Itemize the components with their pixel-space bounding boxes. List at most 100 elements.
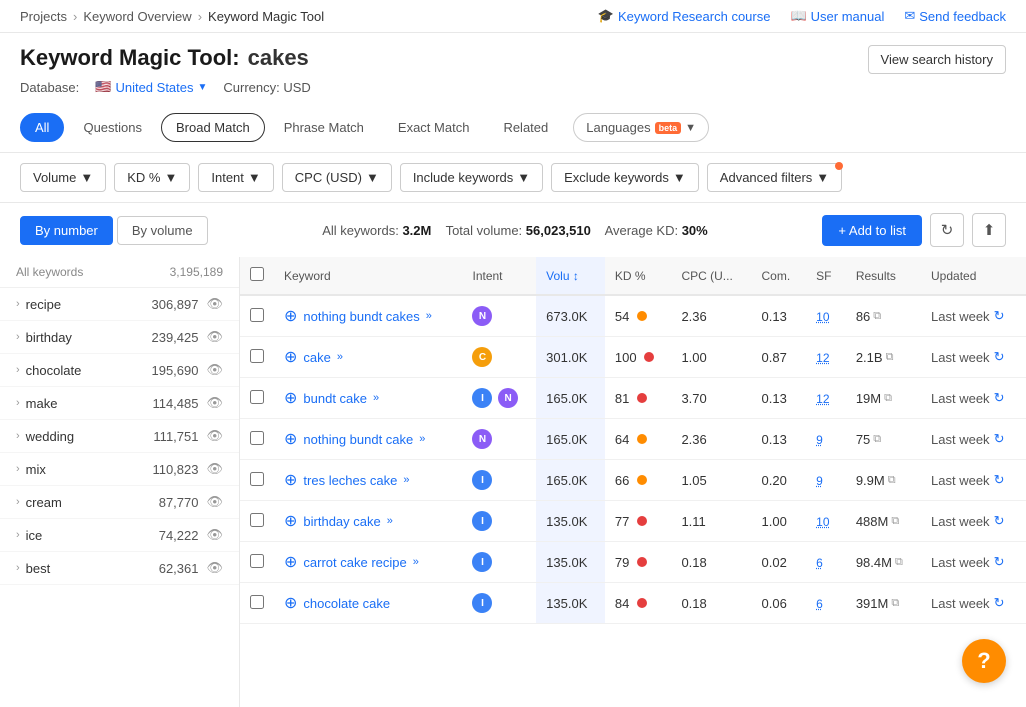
add-keyword-icon[interactable]: ⊕ (284, 429, 297, 449)
top-nav: Projects › Keyword Overview › Keyword Ma… (0, 0, 1026, 33)
keyword-link[interactable]: cake (303, 350, 330, 365)
eye-icon[interactable]: 👁 (206, 461, 223, 477)
row-checkbox-cell (240, 378, 274, 419)
add-keyword-icon[interactable]: ⊕ (284, 388, 297, 408)
add-keyword-icon[interactable]: ⊕ (284, 347, 297, 367)
volume-cell: 165.0K (536, 460, 605, 501)
sort-by-number-button[interactable]: By number (20, 216, 113, 245)
sort-by-volume-button[interactable]: By volume (117, 216, 208, 245)
results-icon: ⧉ (886, 351, 894, 364)
keyword-link[interactable]: nothing bundt cakes (303, 309, 419, 324)
user-manual-link[interactable]: 📖 User manual (790, 8, 884, 24)
keyword-link[interactable]: nothing bundt cake (303, 432, 413, 447)
sidebar-keyword-label: wedding (26, 429, 74, 444)
kd-cell: 66 (605, 460, 672, 501)
tab-exact-match[interactable]: Exact Match (383, 113, 485, 142)
refresh-icon[interactable]: ↻ (994, 390, 1005, 406)
database-selector[interactable]: 🇺🇸 United States ▼ (95, 79, 207, 95)
sf-link[interactable]: 9 (816, 433, 823, 447)
eye-icon[interactable]: 👁 (206, 428, 223, 444)
sidebar-item[interactable]: › make 114,485 👁 (0, 387, 239, 420)
eye-icon[interactable]: 👁 (206, 362, 223, 378)
sidebar-item[interactable]: › mix 110,823 👁 (0, 453, 239, 486)
sidebar-item[interactable]: › chocolate 195,690 👁 (0, 354, 239, 387)
col-intent: Intent (462, 257, 536, 295)
kd-filter[interactable]: KD % ▼ (114, 163, 190, 192)
add-keyword-icon[interactable]: ⊕ (284, 593, 297, 613)
refresh-icon[interactable]: ↻ (994, 472, 1005, 488)
sidebar-count: 239,425 (151, 330, 198, 345)
select-all-checkbox[interactable] (250, 267, 264, 281)
volume-filter[interactable]: Volume ▼ (20, 163, 106, 192)
tab-related[interactable]: Related (488, 113, 563, 142)
sf-cell: 9 (806, 419, 846, 460)
add-keyword-icon[interactable]: ⊕ (284, 306, 297, 326)
eye-icon[interactable]: 👁 (206, 560, 223, 576)
sidebar-item[interactable]: › wedding 111,751 👁 (0, 420, 239, 453)
row-checkbox[interactable] (250, 349, 264, 363)
sidebar-item[interactable]: › birthday 239,425 👁 (0, 321, 239, 354)
sidebar-item[interactable]: › best 62,361 👁 (0, 552, 239, 585)
refresh-icon[interactable]: ↻ (994, 349, 1005, 365)
advanced-filters-button[interactable]: Advanced filters ▼ (707, 163, 842, 192)
sf-link[interactable]: 12 (816, 351, 829, 365)
view-search-history-button[interactable]: View search history (868, 45, 1006, 74)
refresh-button[interactable]: ↻ (930, 213, 964, 247)
intent-filter[interactable]: Intent ▼ (198, 163, 273, 192)
sf-link[interactable]: 10 (816, 515, 829, 529)
chevron-down-icon: ▼ (248, 170, 261, 185)
exclude-keywords-filter[interactable]: Exclude keywords ▼ (551, 163, 699, 192)
add-keyword-icon[interactable]: ⊕ (284, 552, 297, 572)
keyword-link[interactable]: tres leches cake (303, 473, 397, 488)
sf-link[interactable]: 9 (816, 474, 823, 488)
eye-icon[interactable]: 👁 (206, 329, 223, 345)
refresh-icon[interactable]: ↻ (994, 308, 1005, 324)
row-checkbox[interactable] (250, 513, 264, 527)
tab-all[interactable]: All (20, 113, 64, 142)
row-checkbox[interactable] (250, 390, 264, 404)
sidebar-item[interactable]: › recipe 306,897 👁 (0, 288, 239, 321)
keyword-link[interactable]: birthday cake (303, 514, 380, 529)
chevron-right-icon: » (337, 351, 343, 363)
export-button[interactable]: ⬆ (972, 213, 1006, 247)
eye-icon[interactable]: 👁 (206, 395, 223, 411)
keyword-link[interactable]: carrot cake recipe (303, 555, 406, 570)
add-keyword-icon[interactable]: ⊕ (284, 470, 297, 490)
kd-indicator (637, 475, 647, 485)
sf-link[interactable]: 6 (816, 597, 823, 611)
research-course-link[interactable]: 🎓 Keyword Research course (598, 8, 771, 24)
refresh-icon[interactable]: ↻ (994, 595, 1005, 611)
row-checkbox[interactable] (250, 595, 264, 609)
row-checkbox[interactable] (250, 554, 264, 568)
eye-icon[interactable]: 👁 (206, 527, 223, 543)
refresh-icon[interactable]: ↻ (994, 431, 1005, 447)
add-keyword-icon[interactable]: ⊕ (284, 511, 297, 531)
keyword-link[interactable]: chocolate cake (303, 596, 390, 611)
help-button[interactable]: ? (962, 639, 1006, 683)
col-volume[interactable]: Volu ↕ (536, 257, 605, 295)
refresh-icon[interactable]: ↻ (994, 513, 1005, 529)
sf-link[interactable]: 10 (816, 310, 829, 324)
include-keywords-filter[interactable]: Include keywords ▼ (400, 163, 543, 192)
eye-icon[interactable]: 👁 (206, 494, 223, 510)
tab-phrase-match[interactable]: Phrase Match (269, 113, 379, 142)
keyword-link[interactable]: bundt cake (303, 391, 367, 406)
languages-button[interactable]: Languages beta ▼ (573, 113, 709, 142)
row-checkbox[interactable] (250, 308, 264, 322)
sf-link[interactable]: 12 (816, 392, 829, 406)
sidebar-item[interactable]: › cream 87,770 👁 (0, 486, 239, 519)
send-feedback-link[interactable]: ✉ Send feedback (904, 8, 1006, 24)
breadcrumb-projects[interactable]: Projects (20, 9, 67, 24)
tab-questions[interactable]: Questions (68, 113, 157, 142)
eye-icon[interactable]: 👁 (206, 296, 223, 312)
row-checkbox[interactable] (250, 431, 264, 445)
sf-link[interactable]: 6 (816, 556, 823, 570)
sidebar-item[interactable]: › ice 74,222 👁 (0, 519, 239, 552)
row-checkbox[interactable] (250, 472, 264, 486)
refresh-icon[interactable]: ↻ (994, 554, 1005, 570)
tab-broad-match[interactable]: Broad Match (161, 113, 265, 142)
breadcrumb-keyword-overview[interactable]: Keyword Overview (83, 9, 191, 24)
sidebar-keyword-label: cream (26, 495, 62, 510)
add-to-list-button[interactable]: + Add to list (822, 215, 922, 246)
cpc-filter[interactable]: CPC (USD) ▼ (282, 163, 392, 192)
